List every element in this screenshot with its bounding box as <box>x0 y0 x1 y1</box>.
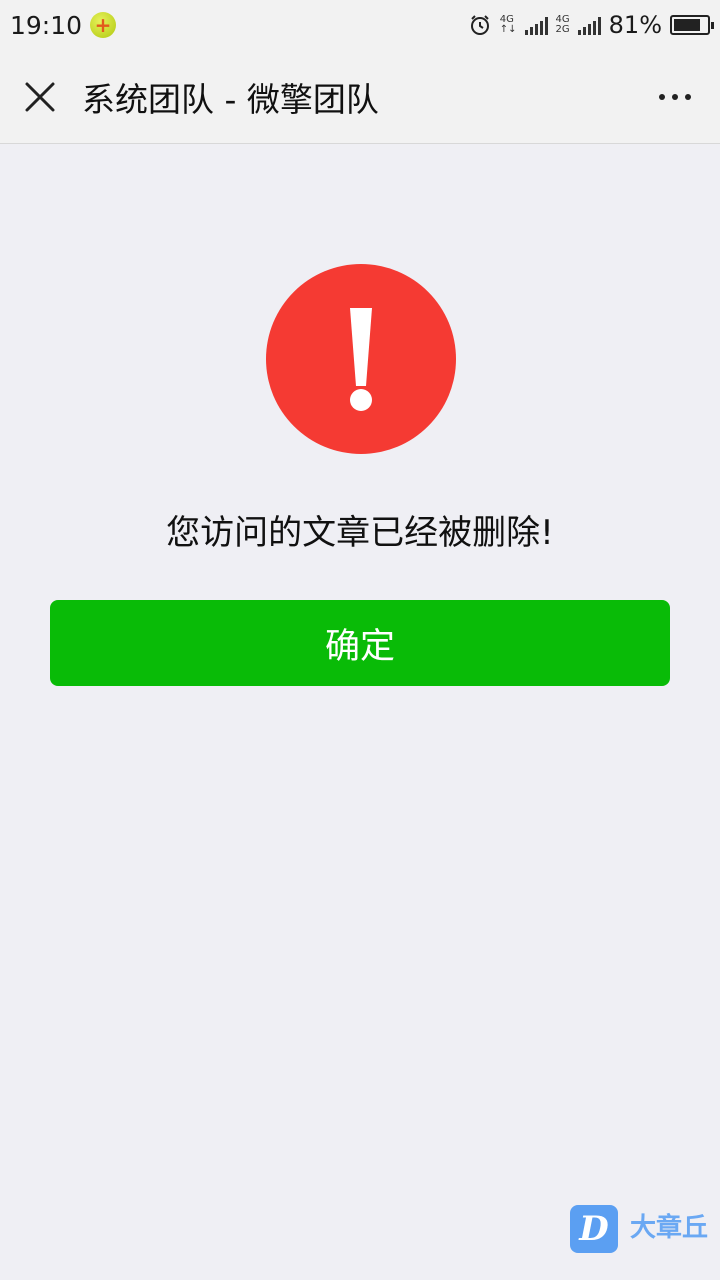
status-bar: 19:10 + 4G ↑↓ 4G 2G 81% <box>0 0 720 50</box>
network-type-secondary: 4G 2G <box>555 14 570 35</box>
signal-strength-icon-1 <box>524 15 548 35</box>
status-left: 19:10 + <box>10 10 117 40</box>
alarm-icon <box>470 15 489 35</box>
battery-level-fill <box>674 19 700 31</box>
warning-circle <box>266 264 456 454</box>
more-icon-dot <box>685 93 691 100</box>
network-type-primary: 4G ↑↓ <box>499 14 517 35</box>
watermark-text: 大章丘 <box>630 1213 709 1243</box>
battery-percent: 81% <box>608 11 662 39</box>
more-icon-dot <box>672 93 678 100</box>
battery-icon <box>670 15 714 35</box>
signal-strength-icon-2 <box>577 15 601 35</box>
status-time: 19:10 <box>10 10 83 40</box>
close-icon <box>25 82 55 111</box>
close-button[interactable] <box>0 50 80 144</box>
notification-app-icon: + <box>90 12 117 38</box>
confirm-button[interactable]: 确定 <box>50 600 670 686</box>
more-icon-dot <box>659 93 665 100</box>
alert-message: 您访问的文章已经被删除! <box>166 513 554 553</box>
exclamation-icon <box>350 308 372 411</box>
more-button[interactable] <box>630 50 720 144</box>
watermark-logo: D <box>570 1205 618 1253</box>
status-right: 4G ↑↓ 4G 2G 81% <box>468 11 714 39</box>
navbar: 系统团队 - 微擎团队 <box>0 50 720 144</box>
watermark: D 大章丘 <box>570 1205 708 1253</box>
page-title: 系统团队 - 微擎团队 <box>82 79 379 119</box>
